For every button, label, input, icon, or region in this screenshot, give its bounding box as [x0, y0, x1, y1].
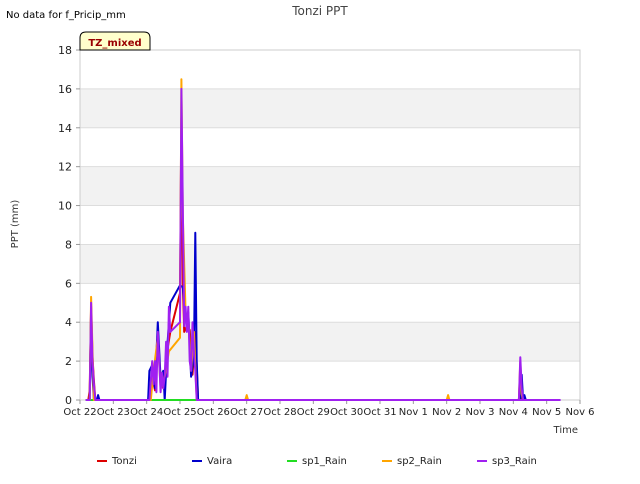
- legend-item: sp3_Rain: [477, 456, 537, 467]
- y-tick-label: 10: [58, 200, 72, 213]
- y-tick-label: 2: [65, 355, 72, 368]
- chart: 0 2 4 6 8 10 12 14 16 18 Oct 22 Oct 23 Oct 24 Oct 25 O…: [0, 0, 640, 480]
- x-tick-label: Oct 25: [163, 407, 196, 418]
- legend-item: sp2_Rain: [382, 456, 442, 467]
- x-tick-label: Oct 24: [130, 407, 163, 418]
- plot-band: [80, 127, 580, 167]
- y-tick-label: 0: [65, 394, 72, 407]
- legend: Tonzi Vaira sp1_Rain sp2_Rain sp3_Rain: [97, 456, 537, 467]
- y-tick-label: 16: [58, 83, 72, 96]
- chart-svg: 024681012141618Oct 22 Oct 23 Oct 24 Oct 25 O…: [6, 4, 595, 467]
- x-tick-label: Nov 4: [499, 407, 528, 418]
- x-tick-label: Nov 2: [432, 407, 461, 418]
- x-tick-label: Nov 1: [399, 407, 428, 418]
- x-tick-label: Oct 28: [263, 407, 296, 418]
- legend-label: sp3_Rain: [492, 456, 537, 467]
- x-tick-label: Oct 22: [63, 407, 96, 418]
- legend-label: sp1_Rain: [302, 456, 347, 467]
- y-tick-label: 8: [65, 238, 72, 251]
- x-axis-label: Time: [553, 425, 578, 436]
- legend-label: sp2_Rain: [397, 456, 442, 467]
- x-tick-label: Oct 31: [363, 407, 396, 418]
- y-tick-label: 6: [65, 277, 72, 290]
- x-tick-label: Oct 29: [297, 407, 330, 418]
- legend-label: Vaira: [207, 456, 232, 467]
- plot-band: [80, 50, 580, 89]
- y-tick-label: 14: [58, 122, 72, 135]
- x-tick-label: Nov 3: [465, 407, 494, 418]
- legend-label: Tonzi: [111, 456, 137, 467]
- plot-band: [80, 244, 580, 284]
- plot-band: [80, 88, 580, 128]
- plot-band: [80, 205, 580, 245]
- x-tick-label: Oct 26: [197, 407, 230, 418]
- x-tick-label: Oct 27: [230, 407, 263, 418]
- y-tick-label: 12: [58, 161, 72, 174]
- site-badge-label: TZ_mixed: [88, 38, 141, 49]
- x-tick-label: Nov 6: [565, 407, 594, 418]
- site-badge: TZ_mixed: [79, 31, 151, 51]
- legend-item: sp1_Rain: [287, 456, 347, 467]
- y-tick-label: 4: [65, 316, 72, 329]
- x-tick-label: Oct 30: [330, 407, 363, 418]
- plot-band: [80, 166, 580, 206]
- chart-title: Tonzi PPT: [291, 4, 348, 18]
- plot-background-bands: [80, 50, 580, 400]
- y-axis-label: PPT (mm): [10, 200, 21, 249]
- y-tick-label: 18: [58, 44, 72, 57]
- legend-item: Vaira: [192, 456, 232, 467]
- no-data-note: No data for f_Pricip_mm: [6, 10, 126, 21]
- plot-band: [80, 283, 580, 323]
- x-tick-label: Oct 23: [97, 407, 130, 418]
- x-tick-label: Nov 5: [532, 407, 561, 418]
- legend-item: Tonzi: [97, 456, 137, 467]
